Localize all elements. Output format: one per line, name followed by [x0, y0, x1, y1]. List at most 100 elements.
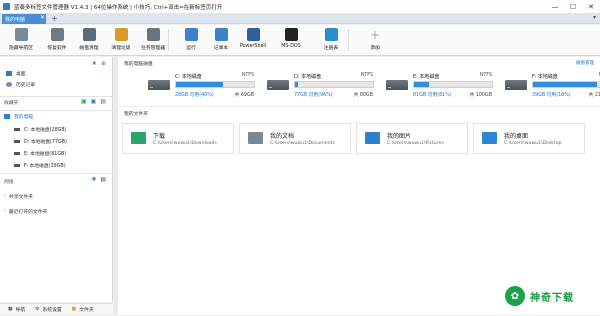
broom-icon [114, 28, 128, 41]
folder-path: C:\Users\wuwu1\Documents [270, 141, 335, 146]
toolbar-button-msdos[interactable]: MS-DOS [276, 28, 306, 54]
folder-card[interactable]: 我的图片 C:\Users\wuwu1\Pictures [356, 123, 468, 154]
tab-bar: 我的电脑 ✕ + ▾ [0, 13, 600, 24]
recycle-bin-icon [50, 28, 64, 41]
drive-card[interactable]: D: 本地磁盘 NTFS 77GB 可用(96%) 共 80GB [263, 71, 377, 103]
sidebar-item-recent[interactable]: › 最近打开的文件夹 [4, 208, 47, 215]
network-menu-icon[interactable]: ▤ [100, 176, 106, 183]
add-favorite-icon[interactable]: ▣ [81, 98, 87, 105]
divider [118, 106, 600, 107]
sidebar-item-shared[interactable]: › 共享文件夹 [4, 193, 33, 200]
toolbar-button-layout[interactable]: 隐藏导航区 [4, 28, 38, 54]
notepad-icon [214, 28, 228, 41]
tab-label: 我的电脑 [5, 16, 26, 23]
bottom-tab-nav[interactable]: ▦ 导航 [8, 306, 25, 313]
run-icon [184, 28, 198, 41]
desktop-icon [6, 71, 12, 76]
folder-name: 下载 [153, 133, 166, 140]
toolbar-button-registry[interactable]: 注册表 [316, 28, 346, 54]
minimize-button[interactable]: — [546, 0, 564, 13]
drives-section-title: 我的电脑磁盘 [124, 62, 153, 67]
toolbar-button-disk-cleanup[interactable]: 磁盘清理 [74, 28, 104, 54]
tab-my-computer[interactable]: 我的电脑 ✕ [2, 14, 46, 24]
network-header[interactable]: 网络 [4, 178, 14, 185]
nav-icon: ▦ [8, 307, 13, 312]
close-button[interactable]: ✕ [582, 0, 600, 13]
layout-icon [14, 28, 28, 41]
sidebar-item-label: 桌面 [16, 72, 26, 77]
drive-icon [14, 140, 20, 143]
drive-usage-fill [414, 82, 429, 87]
toolbar-button-label: PowerShell [239, 44, 267, 49]
drive-filesystem: NTFS [241, 73, 254, 78]
sidebar-item-drive[interactable]: E: 本地磁盘(81GB) [14, 150, 66, 157]
main-panel: 我的电脑磁盘 磁盘管理 C: 本地磁盘 NTFS 28GB 可用(40%) 共 69G… [118, 57, 600, 315]
sidebar-item-my-computer[interactable]: 我的电脑 [4, 113, 33, 120]
favorites-header[interactable]: 收藏夹 [4, 99, 18, 106]
folder-name: 我的桌面 [504, 133, 529, 140]
toolbar-button-notepad[interactable]: 记事本 [206, 28, 236, 54]
drive-card[interactable]: C: 本地磁盘 NTFS 28GB 可用(40%) 共 69GB [144, 71, 258, 103]
bottom-tab-label: 导航 [15, 308, 26, 313]
sidebar-item-label: E: 本地磁盘(81GB) [24, 152, 67, 157]
drive-usage-bar [294, 81, 374, 88]
manage-favorite-icon[interactable]: ▤ [100, 98, 106, 105]
folder-card[interactable]: 下载 C:\Users\wuwu1\Downloads [122, 123, 234, 154]
msdos-icon [284, 28, 298, 41]
pin-icon[interactable]: ⊕ [101, 60, 106, 67]
favorites-tools: ▣ ▣ ▤ [81, 98, 106, 105]
add-network-icon[interactable]: ✚ [91, 176, 96, 183]
folder-name: 我的图片 [387, 133, 412, 140]
disk-cleanup-icon [82, 28, 96, 41]
drive-usage-bar [413, 81, 493, 88]
bottom-tab-settings[interactable]: ⚙ 系统设置 [35, 306, 62, 313]
toolbar-button-label: 记事本 [213, 46, 229, 51]
folder-path: C:\Users\wuwu1\Pictures [387, 141, 444, 146]
drive-free-space: 81GB 可用(81%) [413, 93, 452, 98]
bottom-tab-label: 系统设置 [42, 308, 62, 313]
toolbar-button-task-manager[interactable]: 任务管理器 [138, 28, 168, 54]
drive-icon [14, 164, 20, 167]
sidebar-item-drive[interactable]: C: 本地磁盘(28GB) [14, 126, 67, 133]
maximize-button[interactable]: ☐ [564, 0, 582, 13]
drive-card[interactable]: E: 本地磁盘 NTFS 81GB 可用(81%) 共 100GB [382, 71, 496, 103]
sidebar-item-drive[interactable]: F: 本地磁盘(39GB) [14, 162, 66, 169]
toolbar-button-add[interactable]: + 添加 [360, 28, 390, 54]
star-icon[interactable]: ★ [92, 60, 97, 67]
hard-drive-icon [505, 80, 527, 90]
tab-menu-icon[interactable]: ▾ [593, 14, 596, 21]
toolbar-button-run[interactable]: 运行 [176, 28, 206, 54]
delete-favorite-icon[interactable]: ▣ [91, 98, 97, 105]
drive-icon [14, 152, 20, 155]
drive-icon [14, 128, 20, 131]
drive-total-size: 共 215GB [588, 93, 600, 98]
network-tools: ✚ ▤ [91, 176, 106, 183]
folder-card[interactable]: 我的桌面 C:\Users\wuwu1\Desktop [473, 123, 585, 154]
drive-total-size: 共 100GB [469, 93, 493, 98]
bottom-tab-folder[interactable]: ■ 文件夹 [72, 306, 94, 313]
toolbar-button-recycle-bin[interactable]: 恢复软件 [42, 28, 72, 54]
toolbar-button-powershell[interactable]: PowerShell [238, 28, 268, 54]
toolbar-button-label: 注册表 [323, 46, 339, 51]
new-tab-button[interactable]: + [50, 14, 59, 23]
sidebar-item-drive[interactable]: D: 本地磁盘(77GB) [14, 138, 67, 145]
folder-path: C:\Users\wuwu1\Desktop [504, 141, 562, 146]
divider [0, 173, 113, 174]
computer-icon [4, 114, 10, 119]
sidebar-item-label: C: 本地磁盘(28GB) [24, 128, 67, 133]
sidebar-item-history[interactable]: 历史记录 [6, 81, 35, 88]
sidebar-bottom-tabs: ▦ 导航 ⚙ 系统设置 ■ 文件夹 [0, 303, 113, 315]
toolbar-button-label: 任务管理器 [141, 46, 165, 51]
folder-name: 我的文档 [270, 133, 295, 140]
toolbar-separator [168, 29, 169, 51]
drive-card[interactable]: F: 本地磁盘NTFS39GB 可用(18%)共 215GB [501, 71, 600, 103]
drive-filesystem: NTFS [360, 73, 373, 78]
tab-close-icon[interactable]: ✕ [40, 14, 45, 21]
quick-access-tools: ★ ⊕ [92, 60, 106, 67]
sidebar-item-label: F: 本地磁盘(39GB) [24, 164, 66, 169]
disk-manage-link[interactable]: 磁盘管理 [576, 60, 594, 66]
drive-usage-fill [295, 82, 299, 87]
folder-card[interactable]: 我的文档 C:\Users\wuwu1\Documents [239, 123, 351, 154]
toolbar-button-broom[interactable]: 清理垃圾 [106, 28, 136, 54]
sidebar-item-desktop[interactable]: 桌面 [6, 70, 26, 77]
